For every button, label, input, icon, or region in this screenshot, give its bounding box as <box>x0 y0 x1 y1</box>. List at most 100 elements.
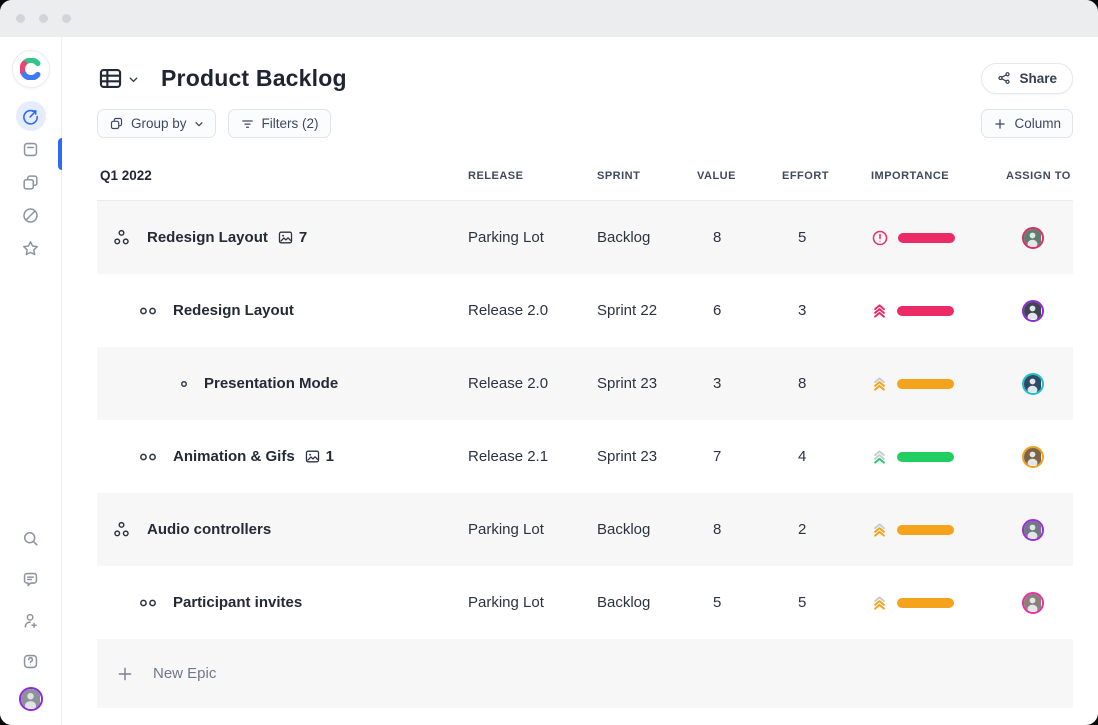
effort-cell[interactable]: 3 <box>782 302 871 319</box>
value-cell[interactable]: 5 <box>697 594 782 611</box>
filters-button[interactable]: Filters (2) <box>227 109 331 138</box>
release-cell[interactable]: Parking Lot <box>468 594 597 611</box>
page-title: Product Backlog <box>161 64 347 91</box>
table-view-icon[interactable] <box>97 65 124 92</box>
sprint-cell[interactable]: Sprint 23 <box>597 375 697 392</box>
window-titlebar <box>0 0 1098 37</box>
attachments-badge[interactable]: 1 <box>304 448 334 465</box>
sidebar-item-search[interactable] <box>16 523 46 553</box>
avatar-photo <box>1024 593 1041 611</box>
assignee-cell <box>1006 226 1073 249</box>
column-header-importance[interactable]: IMPORTANCE <box>871 170 1006 182</box>
share-button[interactable]: Share <box>981 62 1073 94</box>
main-content: Product Backlog Share Group by Filters (… <box>62 37 1098 725</box>
craft-logo[interactable] <box>11 50 50 88</box>
table-row[interactable]: Presentation Mode Release 2.0 Sprint 23 … <box>97 347 1073 420</box>
value-cell[interactable]: 6 <box>697 302 782 319</box>
add-column-button[interactable]: Column <box>981 109 1073 138</box>
search-icon <box>23 531 38 546</box>
assignee-avatar[interactable] <box>1022 445 1044 468</box>
item-name[interactable]: Redesign Layout <box>147 229 268 246</box>
effort-cell[interactable]: 5 <box>782 229 871 246</box>
assignee-avatar[interactable] <box>1022 372 1044 395</box>
importance-cell[interactable] <box>871 521 1006 538</box>
assignee-avatar[interactable] <box>1022 299 1044 322</box>
column-header-assign-to[interactable]: ASSIGN TO <box>1006 170 1073 182</box>
group-by-button[interactable]: Group by <box>97 109 216 138</box>
window-control-dot[interactable] <box>39 14 48 23</box>
column-header-effort[interactable]: EFFORT <box>782 170 871 182</box>
sprint-cell[interactable]: Backlog <box>597 594 697 611</box>
column-header-sprint[interactable]: SPRINT <box>597 170 697 182</box>
group-by-icon <box>110 117 123 130</box>
value-cell[interactable]: 3 <box>697 375 782 392</box>
help-icon <box>23 654 38 668</box>
release-cell[interactable]: Release 2.1 <box>468 448 597 465</box>
table-row[interactable]: Participant invites Parking Lot Backlog … <box>97 566 1073 639</box>
item-name-cell: Presentation Mode <box>97 375 468 392</box>
release-cell[interactable]: Parking Lot <box>468 521 597 538</box>
table-row[interactable]: Redesign Layout 7 Parking Lot Backlog 8 … <box>97 201 1073 274</box>
effort-cell[interactable]: 5 <box>782 594 871 611</box>
assignee-cell <box>1006 299 1073 322</box>
avatar-photo <box>1024 374 1041 392</box>
item-name[interactable]: Redesign Layout <box>173 302 294 319</box>
release-cell[interactable]: Parking Lot <box>468 229 597 246</box>
effort-cell[interactable]: 4 <box>782 448 871 465</box>
attachments-badge[interactable]: 7 <box>277 229 307 246</box>
assignee-avatar[interactable] <box>1022 591 1044 614</box>
subitem-icon <box>179 379 189 389</box>
value-cell[interactable]: 7 <box>697 448 782 465</box>
sprint-cell[interactable]: Sprint 22 <box>597 302 697 319</box>
item-name[interactable]: Audio controllers <box>147 521 271 538</box>
sidebar-item-favorites[interactable] <box>16 233 46 263</box>
user-avatar[interactable] <box>18 687 43 711</box>
sidebar-item-notes[interactable] <box>16 134 46 164</box>
sidebar-item-explore[interactable] <box>16 200 46 230</box>
plus-icon <box>995 118 1006 129</box>
avatar-photo <box>1024 520 1041 538</box>
column-header-value[interactable]: VALUE <box>697 170 782 182</box>
importance-cell[interactable] <box>871 375 1006 392</box>
sprint-cell[interactable]: Backlog <box>597 521 697 538</box>
item-name-cell: Animation & Gifs 1 <box>97 448 468 465</box>
column-header-release[interactable]: RELEASE <box>468 170 597 182</box>
window-control-dot[interactable] <box>16 14 25 23</box>
value-cell[interactable]: 8 <box>697 229 782 246</box>
item-name[interactable]: Participant invites <box>173 594 302 611</box>
assignee-avatar[interactable] <box>1022 518 1044 541</box>
sidebar-item-feedback[interactable] <box>16 564 46 594</box>
value-cell[interactable]: 8 <box>697 521 782 538</box>
window-control-dot[interactable] <box>62 14 71 23</box>
release-cell[interactable]: Release 2.0 <box>468 375 597 392</box>
release-cell[interactable]: Release 2.0 <box>468 302 597 319</box>
table-row[interactable]: Redesign Layout Release 2.0 Sprint 22 6 … <box>97 274 1073 347</box>
assignee-cell <box>1006 445 1073 468</box>
group-label[interactable]: Q1 2022 <box>97 168 468 183</box>
new-epic-button[interactable]: New Epic <box>97 639 1073 708</box>
item-name[interactable]: Animation & Gifs <box>173 448 295 465</box>
sidebar-item-strategy[interactable] <box>15 101 46 131</box>
importance-cell[interactable] <box>871 229 1006 247</box>
chevron-down-icon[interactable] <box>128 72 139 90</box>
importance-bar <box>897 378 954 389</box>
sprint-cell[interactable]: Sprint 23 <box>597 448 697 465</box>
sidebar-item-invite-user[interactable] <box>16 605 46 635</box>
chevron-down-icon <box>194 121 203 126</box>
effort-cell[interactable]: 8 <box>782 375 871 392</box>
assignee-avatar[interactable] <box>1022 226 1044 249</box>
sprint-cell[interactable]: Backlog <box>597 229 697 246</box>
backlog-table: Q1 2022 RELEASE SPRINT VALUE EFFORT IMPO… <box>97 151 1073 708</box>
effort-cell[interactable]: 2 <box>782 521 871 538</box>
importance-bar <box>897 451 954 462</box>
importance-cell[interactable] <box>871 302 1006 319</box>
item-name[interactable]: Presentation Mode <box>204 375 338 392</box>
story-icon <box>138 305 158 317</box>
sidebar-item-help[interactable] <box>16 646 46 676</box>
table-row[interactable]: Animation & Gifs 1 Release 2.1 Sprint 23… <box>97 420 1073 493</box>
importance-cell[interactable] <box>871 448 1006 465</box>
importance-cell[interactable] <box>871 594 1006 611</box>
table-row[interactable]: Audio controllers Parking Lot Backlog 8 … <box>97 493 1073 566</box>
priority-chevrons-icon <box>874 596 885 610</box>
sidebar-item-boards[interactable] <box>16 167 46 197</box>
